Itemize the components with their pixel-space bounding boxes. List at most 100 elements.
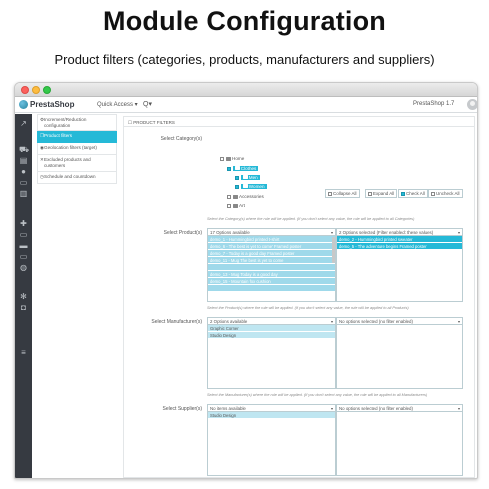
close-window-button[interactable] <box>21 86 29 94</box>
user-icon[interactable]: ● <box>19 167 28 176</box>
check-all-button[interactable]: Check All <box>398 189 428 198</box>
quick-access-menu[interactable]: Quick Access ▾ <box>97 101 138 108</box>
tree-node-label: Art <box>239 203 245 208</box>
tab-schedule-countdown[interactable]: ◷ Schedule and countdown <box>37 172 117 184</box>
list-item[interactable]: demo_2 - Hummingbird printed sweater <box>337 236 462 243</box>
products-selected-head[interactable]: 2 Options selected (Filter enabled: thes… <box>337 229 462 236</box>
list-item[interactable]: demo_13 - Mug Today is a good day <box>208 271 335 278</box>
button-label: Collapse All <box>333 191 357 196</box>
tab-product-filters[interactable]: ❐ Product filters <box>37 131 117 143</box>
tree-node-art[interactable]: Art <box>227 202 245 209</box>
manufacturers-selected-list[interactable]: No options selected (no filter enabled) ▾ <box>336 317 463 389</box>
products-selected-list[interactable]: 2 Options selected (Filter enabled: thes… <box>336 228 463 302</box>
categories-help-text: Select the Category(s) where the rule wi… <box>207 217 415 221</box>
select-manufacturers-label: Select Manufacturer(s) <box>151 319 202 325</box>
category-checkbox[interactable] <box>227 203 231 208</box>
manufacturers-selected-head[interactable]: No options selected (no filter enabled) ▾ <box>337 318 462 325</box>
tab-geolocation-filters[interactable]: ◉ Geolocation filters (target) <box>37 143 117 155</box>
prestashop-logo[interactable]: PrestaShop <box>19 100 74 109</box>
category-checkbox[interactable] <box>220 156 224 161</box>
products-available-list[interactable]: 17 Options available ▾ demo_1 - Hummingbi… <box>207 228 336 302</box>
select-categories-label: Select Category(s) <box>160 136 202 142</box>
shop-name-link[interactable]: PrestaShop 1.7 <box>413 101 454 107</box>
logo-text: PrestaShop <box>30 100 75 109</box>
chevron-down-icon: ▾ <box>330 406 333 411</box>
maximize-window-button[interactable] <box>43 86 51 94</box>
search-icon[interactable]: Q▾ <box>143 100 152 108</box>
settings-icon[interactable]: ◘ <box>19 303 28 312</box>
tab-label: Geolocation filters (target) <box>44 145 97 150</box>
list-item[interactable]: demo_5 - The adventure begins Framed pos… <box>337 243 462 250</box>
puzzle-icon[interactable]: ✚ <box>19 219 28 228</box>
suppliers-selected-list[interactable]: No options selected (no filter enabled) ▾ <box>336 404 463 476</box>
monitor-icon[interactable]: ▭ <box>19 230 28 239</box>
chevron-down-icon: ▾ <box>457 406 460 411</box>
tree-node-label: Home <box>232 156 245 161</box>
list-item[interactable]: Studio Design <box>208 412 335 419</box>
chevron-down-icon: ▾ <box>457 319 460 324</box>
tree-node-label: Clothes <box>232 166 259 171</box>
chart-icon[interactable]: ▥ <box>19 189 28 198</box>
tree-node-women[interactable]: Women <box>235 183 267 190</box>
window-titlebar <box>15 83 477 97</box>
list-item[interactable]: demo_7 - Today is a good day Framed post… <box>208 250 335 257</box>
tree-node-label: Accessories <box>239 194 264 199</box>
expand-all-button[interactable]: Expand All <box>365 189 398 198</box>
uncheck-all-button[interactable]: Uncheck All <box>428 189 463 198</box>
category-checkbox[interactable] <box>235 184 239 189</box>
category-checkbox[interactable] <box>227 166 231 171</box>
banner-subtitle: Product filters (categories, products, m… <box>54 52 435 67</box>
folder-icon <box>242 184 248 188</box>
panel-heading: ☐ PRODUCT FILTERS <box>124 117 474 127</box>
folder-icon <box>225 156 231 161</box>
chat-icon[interactable]: ▭ <box>19 178 28 187</box>
suppliers-selected-head[interactable]: No options selected (no filter enabled) ▾ <box>337 405 462 412</box>
gear-icon[interactable]: ✻ <box>19 292 28 301</box>
list-item[interactable]: demo_11 - Mug The best is yet to come <box>208 257 335 264</box>
scrollbar[interactable] <box>332 237 335 263</box>
avatar[interactable] <box>467 99 477 110</box>
button-label: Expand All <box>373 191 395 196</box>
category-checkbox[interactable] <box>227 194 231 199</box>
tree-node-label: Men <box>240 175 260 180</box>
suppliers-available-list[interactable]: No items available ▾ Studio Design <box>207 404 336 476</box>
tab-excluded-products[interactable]: ✕ Excluded products and customers <box>37 155 117 172</box>
list-item[interactable] <box>208 285 335 292</box>
button-label: Uncheck All <box>436 191 460 196</box>
tree-node-home[interactable]: Home <box>220 155 244 162</box>
list-item[interactable]: Studio Design <box>208 332 335 339</box>
manufacturers-available-head[interactable]: 2 Options available ▾ <box>208 318 335 325</box>
cart-icon[interactable]: ⛟ <box>19 145 29 154</box>
side-navigation: ↗ ⛟ ▤ ● ▭ ▥ ✚ ▭ ▬ ▭ ◍ ✻ ◘ ≡ <box>15 114 32 478</box>
admin-header: PrestaShop Quick Access ▾ Q▾ PrestaShop … <box>15 97 477 113</box>
folder-icon <box>234 166 240 170</box>
store-icon[interactable]: ▤ <box>19 156 28 165</box>
list-item[interactable]: demo_15 - Mountain fox cushion <box>208 278 335 285</box>
list-item[interactable] <box>208 264 335 271</box>
tree-node-clothes[interactable]: Clothes <box>227 165 259 172</box>
manufacturers-available-list[interactable]: 2 Options available ▾ Graphic Corner Stud… <box>207 317 336 389</box>
list-item[interactable]: demo_6 - The best is yet to come' Framed… <box>208 243 335 250</box>
suppliers-available-head[interactable]: No items available ▾ <box>208 405 335 412</box>
minimize-window-button[interactable] <box>32 86 40 94</box>
tree-node-label: Women <box>240 184 267 189</box>
products-available-head[interactable]: 17 Options available ▾ <box>208 229 335 236</box>
list-item[interactable]: demo_1 - Hummingbird printed t-shirt <box>208 236 335 243</box>
category-checkbox[interactable] <box>235 175 239 180</box>
manufacturers-help-text: Select the Manufacturer(s) where the rul… <box>207 393 428 397</box>
tab-increment-reduction[interactable]: ⚙ Increment/Reduction configuration <box>37 114 117 131</box>
tree-node-men[interactable]: Men <box>235 174 260 181</box>
card-icon[interactable]: ▭ <box>19 252 28 261</box>
trend-icon[interactable]: ↗ <box>19 119 28 128</box>
clock-icon: ◷ <box>40 174 44 179</box>
tab-label: Schedule and countdown <box>44 174 96 179</box>
box-head-label: No items available <box>210 406 246 411</box>
menu-icon[interactable]: ≡ <box>19 348 28 357</box>
list-item[interactable]: Graphic Corner <box>208 325 335 332</box>
collapse-all-button[interactable]: Collapse All <box>325 189 360 198</box>
truck-icon[interactable]: ▬ <box>19 241 28 250</box>
tree-node-accessories[interactable]: Accessories <box>227 193 264 200</box>
location-icon: ◉ <box>40 145 44 150</box>
select-products-label: Select Product(s) <box>163 230 202 236</box>
globe-icon[interactable]: ◍ <box>19 263 28 272</box>
